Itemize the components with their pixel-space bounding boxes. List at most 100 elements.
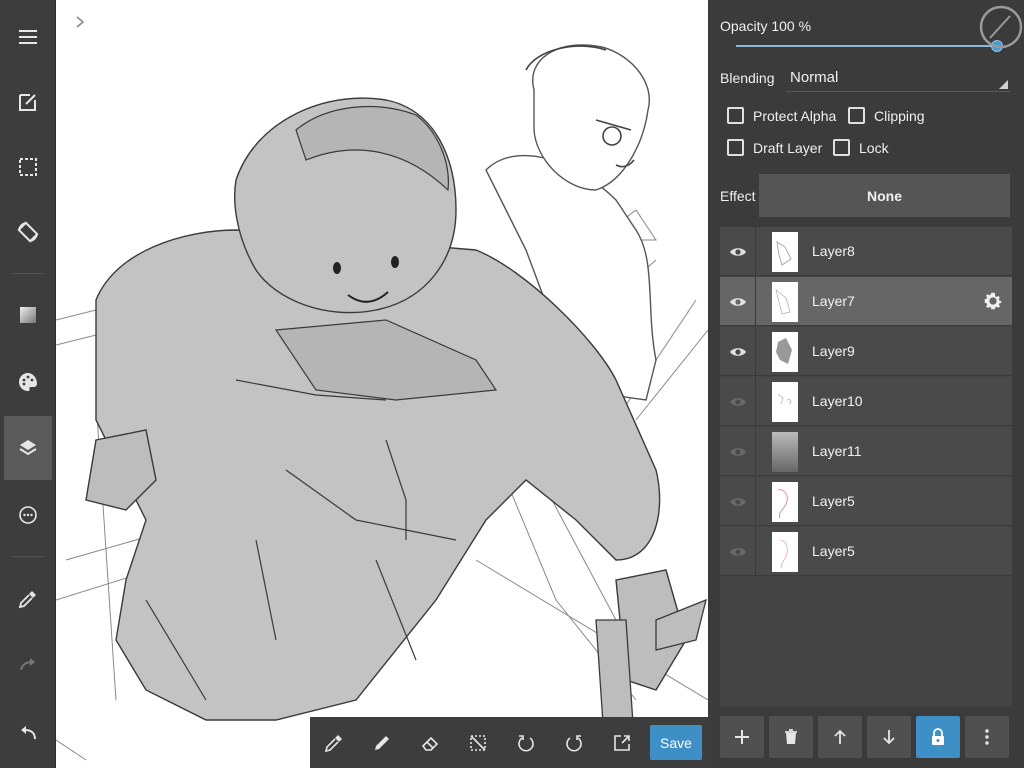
layer-visibility-toggle[interactable]	[720, 427, 756, 476]
layer-toolbar	[720, 716, 1016, 764]
undo-button[interactable]	[4, 700, 52, 764]
layer-row[interactable]: Layer8	[720, 227, 1012, 276]
add-layer-button[interactable]	[720, 716, 764, 758]
export-icon	[614, 734, 630, 751]
palette-icon	[19, 373, 37, 391]
layer-thumbnail	[772, 332, 798, 372]
eyedropper-button[interactable]	[4, 567, 52, 631]
left-toolbar	[0, 0, 56, 768]
layers-icon	[19, 440, 37, 456]
layer-panel: Opacity 100 % Blending Normal Protect Al…	[708, 0, 1024, 768]
eye-icon	[729, 247, 746, 256]
gradient-icon	[20, 307, 36, 323]
layer-name: Layer10	[812, 393, 863, 409]
layer-visibility-toggle[interactable]	[720, 527, 756, 576]
rotate-left-button[interactable]	[502, 717, 550, 768]
move-layer-up-button[interactable]	[818, 716, 862, 758]
layer-list: Layer8 Layer7 Layer9 Layer10 Layer11 Lay…	[720, 227, 1012, 707]
checkbox-box	[833, 139, 850, 156]
eye-icon	[729, 497, 746, 506]
blending-mode-value: Normal	[790, 69, 839, 86]
export-button[interactable]	[598, 717, 646, 768]
eye-icon	[729, 297, 746, 306]
save-button[interactable]: Save	[650, 725, 702, 760]
collapse-arrow-icon[interactable]	[72, 14, 88, 30]
layer-name: Layer5	[812, 493, 855, 509]
opacity-label: Opacity 100 %	[720, 18, 812, 34]
opacity-slider[interactable]	[736, 45, 996, 47]
move-up-icon	[834, 729, 846, 744]
layer-name: Layer9	[812, 343, 855, 359]
more-vertical-icon	[985, 729, 989, 745]
menu-icon	[19, 30, 37, 44]
rotate-canvas-button[interactable]	[4, 200, 52, 264]
lock-label: Lock	[859, 139, 889, 156]
gradient-button[interactable]	[4, 283, 52, 347]
lock-layer-button[interactable]	[916, 716, 960, 758]
eraser-tool-button[interactable]	[406, 717, 454, 768]
more-layer-options-button[interactable]	[965, 716, 1009, 758]
rotate-right-button[interactable]	[550, 717, 598, 768]
eye-icon	[729, 447, 746, 456]
layer-visibility-toggle[interactable]	[720, 377, 756, 426]
checkbox-box	[727, 139, 744, 156]
brush-size-dial-icon[interactable]	[976, 2, 1024, 52]
clipping-label: Clipping	[874, 107, 925, 124]
checkbox-box	[848, 107, 865, 124]
move-layer-down-button[interactable]	[867, 716, 911, 758]
layers-button[interactable]	[4, 416, 52, 480]
edit-icon	[19, 94, 36, 111]
layer-name: Layer7	[812, 293, 855, 309]
rotate-right-icon	[566, 734, 582, 751]
delete-layer-icon	[785, 729, 797, 744]
medibang-app: Save Opacity 100 % Blending Normal Prote…	[0, 0, 1024, 768]
eye-icon	[729, 347, 746, 356]
eraser-icon	[421, 736, 439, 751]
layer-settings-gear-icon[interactable]	[982, 290, 1004, 312]
edit-button[interactable]	[4, 70, 52, 134]
layer-row-selected[interactable]: Layer7	[720, 277, 1012, 326]
eyedropper-tool-button[interactable]	[310, 717, 358, 768]
layer-row[interactable]: Layer5	[720, 477, 1012, 526]
undo-icon	[21, 726, 36, 740]
effect-label: Effect	[720, 188, 756, 204]
lock-checkbox[interactable]: Lock	[833, 139, 889, 156]
layer-thumbnail	[772, 432, 798, 472]
deselect-tool-button[interactable]	[454, 717, 502, 768]
delete-layer-button[interactable]	[769, 716, 813, 758]
menu-button[interactable]	[4, 5, 52, 69]
layer-row[interactable]: Layer9	[720, 327, 1012, 376]
draft-layer-checkbox[interactable]: Draft Layer	[727, 139, 822, 156]
eye-icon	[729, 397, 746, 406]
layer-visibility-toggle[interactable]	[720, 227, 756, 276]
pen-icon	[375, 735, 389, 750]
draft-layer-label: Draft Layer	[753, 139, 823, 156]
drawing-canvas[interactable]	[56, 0, 708, 768]
layer-row[interactable]: Layer5	[720, 527, 1012, 576]
layer-visibility-toggle[interactable]	[720, 327, 756, 376]
layer-visibility-toggle[interactable]	[720, 477, 756, 526]
layer-row[interactable]: Layer11	[720, 427, 1012, 476]
clipping-checkbox[interactable]: Clipping	[848, 107, 925, 124]
deselect-icon	[470, 734, 486, 751]
move-down-icon	[883, 730, 895, 745]
blending-label: Blending	[720, 70, 775, 86]
artwork-illustration	[56, 44, 708, 768]
more-options-button[interactable]	[4, 483, 52, 547]
lock-icon	[932, 728, 944, 745]
layer-visibility-toggle[interactable]	[720, 277, 756, 326]
layer-thumbnail	[772, 232, 798, 272]
layer-thumbnail	[772, 482, 798, 522]
pen-tool-button[interactable]	[358, 717, 406, 768]
selection-button[interactable]	[4, 135, 52, 199]
layer-row[interactable]: Layer10	[720, 377, 1012, 426]
protect-alpha-checkbox[interactable]: Protect Alpha	[727, 107, 836, 124]
effect-button[interactable]: None	[759, 174, 1010, 217]
blending-mode-select[interactable]: Normal	[786, 64, 1010, 92]
dropdown-arrow-icon	[999, 80, 1008, 89]
redo-icon	[20, 658, 35, 671]
eye-icon	[729, 547, 746, 556]
palette-button[interactable]	[4, 350, 52, 414]
redo-button[interactable]	[4, 633, 52, 697]
layer-thumbnail	[772, 532, 798, 572]
